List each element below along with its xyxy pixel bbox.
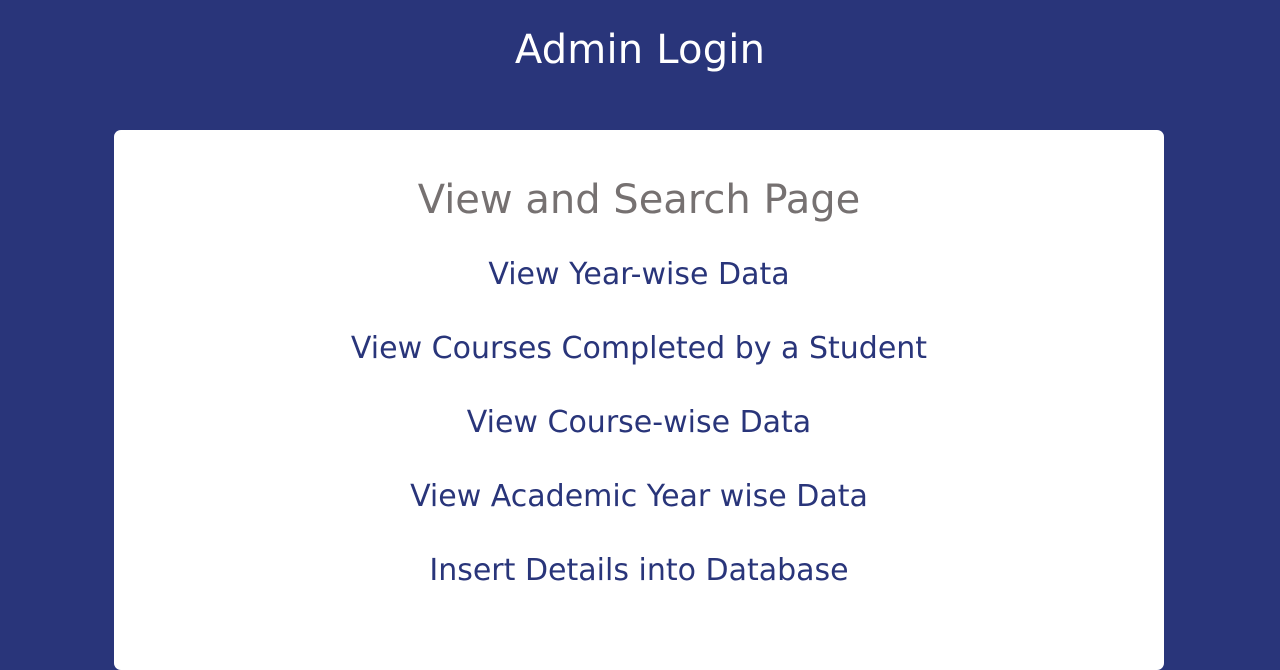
nav-list-item: View Year-wise Data: [114, 257, 1164, 331]
card-title: View and Search Page: [417, 177, 861, 223]
insert-details-into-database-link[interactable]: Insert Details into Database: [429, 553, 848, 627]
view-year-wise-data-link[interactable]: View Year-wise Data: [488, 257, 789, 331]
nav-link-list: View Year-wise Data View Courses Complet…: [114, 257, 1164, 627]
view-academic-year-wise-data-link[interactable]: View Academic Year wise Data: [410, 479, 868, 553]
menu-card: View and Search Page View Year-wise Data…: [114, 130, 1164, 670]
page-title: Admin Login: [514, 27, 766, 73]
nav-list-item: View Courses Completed by a Student: [114, 331, 1164, 405]
page-header: Admin Login: [0, 0, 1280, 100]
view-course-wise-data-link[interactable]: View Course-wise Data: [467, 405, 811, 479]
view-courses-completed-by-student-link[interactable]: View Courses Completed by a Student: [351, 331, 927, 405]
nav-list-item: Insert Details into Database: [114, 553, 1164, 627]
nav-list-item: View Academic Year wise Data: [114, 479, 1164, 553]
nav-list-item: View Course-wise Data: [114, 405, 1164, 479]
